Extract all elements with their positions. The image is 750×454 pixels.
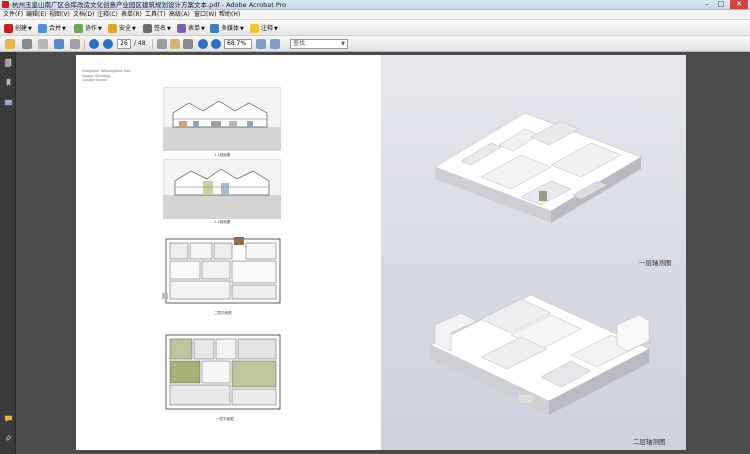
first-floor-caption: 一层平面图: [216, 417, 234, 421]
secure-button[interactable]: 安全▼: [108, 23, 136, 34]
menu-document[interactable]: 文档(D): [73, 10, 94, 20]
project-credit: Hangzhou Yuhuangshan Nan Yuanjie Shehang…: [82, 69, 130, 83]
comment-button[interactable]: 注释▼: [250, 23, 278, 34]
comment-icon: [250, 24, 259, 33]
attachments-panel-icon[interactable]: [4, 433, 13, 442]
collaborate-icon: [74, 24, 83, 33]
collaborate-label: 协作: [85, 25, 98, 32]
sign-label: 签名: [154, 25, 167, 32]
zoom-level-input[interactable]: 68.7%: [224, 39, 252, 49]
form-icon: [177, 24, 186, 33]
zoom-in-icon[interactable]: [211, 39, 221, 49]
pdf-page-right: 一层轴测图 二层轴测图: [381, 55, 686, 450]
email-icon[interactable]: [54, 39, 64, 49]
menu-advanced[interactable]: 高级(A): [169, 10, 190, 20]
second-floor-axonometric: [430, 294, 650, 415]
menu-window[interactable]: 窗口(W): [194, 10, 217, 20]
select-tool-icon[interactable]: [157, 39, 167, 49]
second-floor-caption: 二层平面图: [214, 311, 232, 315]
menu-file[interactable]: 文件(F): [3, 10, 23, 20]
menu-tools[interactable]: 工具(T): [145, 10, 165, 20]
create-pdf-icon: [4, 24, 13, 33]
second-floor-axonometric-label: 二层轴测图: [633, 438, 666, 446]
credit-line: Cangku Gaizao: [82, 78, 108, 83]
menu-edit[interactable]: 编辑(E): [26, 10, 46, 20]
acrobat-window: 杭州玉皇山南广区合库改造文化创意产业园区建筑规划设计方案文本.pdf - Ado…: [0, 0, 750, 454]
forms-label: 表单: [188, 25, 201, 32]
document-pane[interactable]: Hangzhou Yuhuangshan Nan Yuanjie Shehang…: [16, 52, 750, 454]
combine-files-icon: [38, 24, 47, 33]
print-icon[interactable]: [22, 39, 32, 49]
window-title: 杭州玉皇山南广区合库改造文化创意产业园区建筑规划设计方案文本.pdf - Ado…: [12, 1, 287, 9]
toolbar-separator: [152, 39, 153, 50]
signatures-panel-icon[interactable]: [4, 98, 13, 107]
multimedia-button[interactable]: 多媒体▼: [210, 23, 244, 34]
save-icon[interactable]: [38, 39, 48, 49]
navigation-toolbar: 26 / 48 68.7% 查找 ▼: [0, 36, 750, 52]
section-drawing-1: [163, 87, 281, 151]
bookmarks-panel-icon[interactable]: [4, 78, 13, 87]
pages-icon[interactable]: [70, 39, 80, 49]
pen-icon: [143, 24, 152, 33]
menu-bar: 文件(F) 编辑(E) 视图(V) 文档(D) 注释(C) 表单(R) 工具(T…: [0, 10, 750, 20]
close-button[interactable]: ✕: [730, 0, 748, 9]
tasks-toolbar: 创建▼ 合并▼ 协作▼ 安全▼ 签名▼ 表单▼ 多媒体▼ 注释▼: [0, 20, 750, 36]
section-drawing-2: [163, 159, 281, 219]
page-number-input[interactable]: 26: [117, 39, 131, 49]
first-floor-axonometric-label: 一层轴测图: [639, 259, 672, 267]
menu-help[interactable]: 帮助(H): [219, 10, 240, 20]
comment-label: 注释: [261, 25, 274, 32]
multimedia-icon: [210, 24, 219, 33]
open-folder-icon[interactable]: [5, 39, 15, 49]
section-1-caption: 1-1剖面图: [214, 153, 231, 157]
toolbar-separator: [84, 39, 85, 50]
combine-button[interactable]: 合并▼: [38, 23, 66, 34]
section-2-caption: 2-2剖面图: [214, 220, 231, 224]
multimedia-label: 多媒体: [221, 25, 240, 32]
menu-forms[interactable]: 表单(R): [121, 10, 142, 20]
comments-panel-icon[interactable]: [4, 414, 13, 423]
fit-width-icon[interactable]: [270, 39, 280, 49]
minimize-button[interactable]: –: [700, 0, 714, 9]
navigation-panel: [0, 52, 16, 454]
next-page-icon[interactable]: [103, 39, 113, 49]
collaborate-button[interactable]: 协作▼: [74, 23, 102, 34]
menu-comments[interactable]: 注释(C): [97, 10, 118, 20]
lock-icon: [108, 24, 117, 33]
maximize-button[interactable]: □: [714, 0, 728, 9]
secure-label: 安全: [119, 25, 132, 32]
second-floor-plan: [162, 237, 281, 304]
first-floor-plan: [165, 334, 281, 410]
sign-button[interactable]: 签名▼: [143, 23, 171, 34]
create-label: 创建: [15, 25, 28, 32]
find-placeholder: 查找: [293, 40, 306, 47]
find-input[interactable]: 查找 ▼: [290, 39, 348, 49]
marquee-zoom-icon[interactable]: [183, 39, 193, 49]
hand-tool-icon[interactable]: [170, 39, 180, 49]
credit-line: Hangzhou Yuhuangshan Nan: [82, 69, 131, 73]
forms-button[interactable]: 表单▼: [177, 23, 205, 34]
combine-label: 合并: [49, 25, 62, 32]
page-total: / 48: [134, 40, 146, 47]
menu-view[interactable]: 视图(V): [49, 10, 70, 20]
pages-panel-icon[interactable]: [4, 58, 13, 67]
first-floor-axonometric: [434, 112, 642, 223]
acrobat-app-icon: [2, 1, 9, 8]
previous-page-icon[interactable]: [89, 39, 99, 49]
title-bar: 杭州玉皇山南广区合库改造文化创意产业园区建筑规划设计方案文本.pdf - Ado…: [0, 0, 750, 10]
create-button[interactable]: 创建▼: [4, 23, 32, 34]
zoom-out-icon[interactable]: [198, 39, 208, 49]
chevron-down-icon[interactable]: ▼: [341, 40, 345, 48]
fit-page-icon[interactable]: [256, 39, 266, 49]
pdf-page-left: Hangzhou Yuhuangshan Nan Yuanjie Shehang…: [76, 55, 381, 450]
